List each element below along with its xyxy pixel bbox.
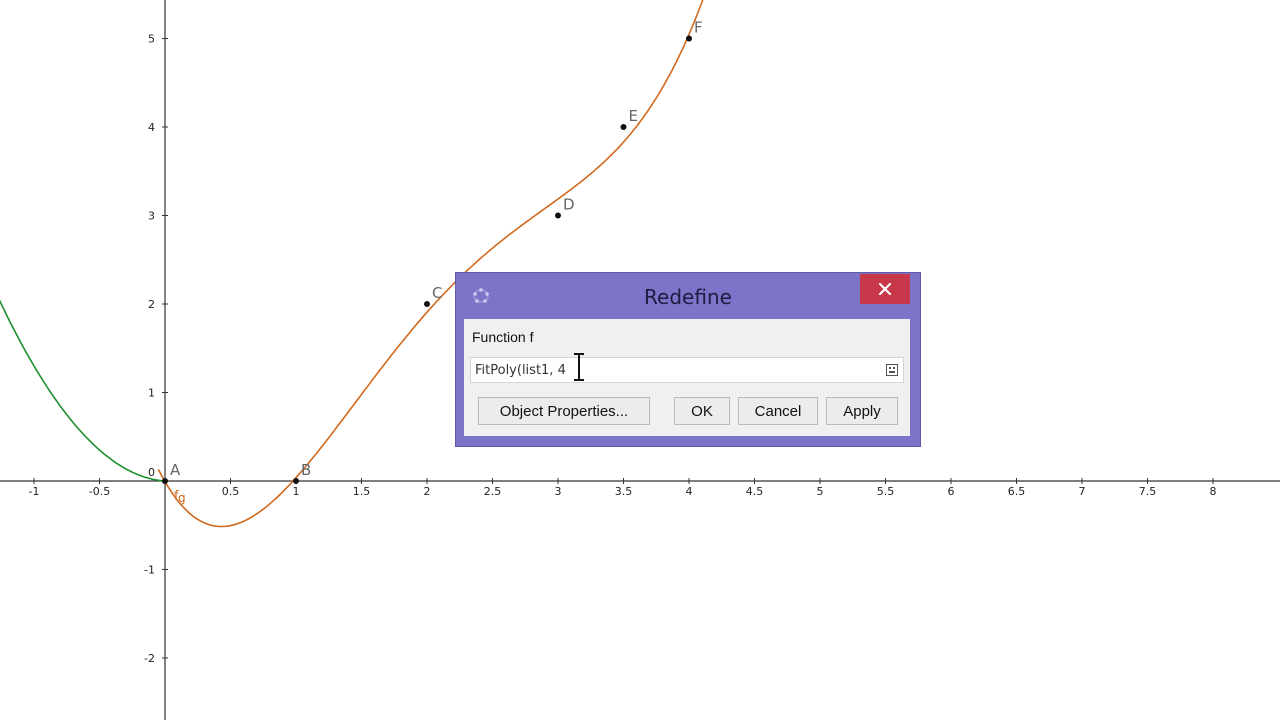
ok-button[interactable]: OK xyxy=(674,397,730,425)
y-tick-label: 5 xyxy=(148,33,155,46)
close-icon xyxy=(878,282,892,296)
definition-input[interactable] xyxy=(471,358,875,382)
x-tick-label: 5 xyxy=(817,485,824,498)
point-c[interactable] xyxy=(424,301,430,307)
keyboard-icon xyxy=(886,364,898,376)
y-tick-label: 0 xyxy=(148,466,155,479)
y-tick-label: 4 xyxy=(148,121,155,134)
x-tick-label: 7 xyxy=(1079,485,1086,498)
x-tick-label: 0.5 xyxy=(222,485,240,498)
y-tick-label: 3 xyxy=(148,210,155,223)
curve-label-g: g xyxy=(178,491,186,505)
x-tick-label: 7.5 xyxy=(1139,485,1157,498)
point-label-f: F xyxy=(694,19,703,37)
x-tick-label: 4 xyxy=(686,485,693,498)
dialog-title-bar[interactable]: Redefine xyxy=(456,273,920,319)
close-button[interactable] xyxy=(860,274,910,304)
x-tick-label: -1 xyxy=(29,485,40,498)
x-tick-label: 2 xyxy=(424,485,431,498)
y-tick-label: -1 xyxy=(144,564,155,577)
point-label-c: C xyxy=(432,284,442,302)
cancel-button[interactable]: Cancel xyxy=(738,397,818,425)
x-tick-label: 5.5 xyxy=(877,485,895,498)
point-d[interactable] xyxy=(555,212,561,219)
x-tick-label: 3.5 xyxy=(615,485,633,498)
x-tick-label: 8 xyxy=(1210,485,1217,498)
function-f-curve[interactable] xyxy=(157,0,708,528)
point-label-e: E xyxy=(629,107,638,125)
input-help-button[interactable] xyxy=(885,363,899,377)
y-tick-label: 2 xyxy=(148,298,155,311)
y-tick-label: 1 xyxy=(148,387,155,400)
point-label-d: D xyxy=(563,196,575,214)
x-tick-label: 3 xyxy=(555,485,562,498)
x-tick-label: -0.5 xyxy=(89,485,110,498)
definition-input-box[interactable] xyxy=(470,357,904,383)
point-a[interactable] xyxy=(162,478,168,484)
point-f[interactable] xyxy=(686,35,692,42)
redefine-dialog: Redefine Function f Object Properties...… xyxy=(455,272,921,447)
apply-button[interactable]: Apply xyxy=(826,397,898,425)
x-tick-label: 4.5 xyxy=(746,485,764,498)
function-g-curve[interactable] xyxy=(0,290,166,482)
x-tick-label: 6.5 xyxy=(1008,485,1026,498)
function-label: Function f xyxy=(472,329,534,345)
x-tick-label: 1.5 xyxy=(353,485,371,498)
x-tick-label: 2.5 xyxy=(484,485,502,498)
point-label-a: A xyxy=(170,461,181,479)
point-label-b: B xyxy=(301,461,311,479)
x-tick-label: 6 xyxy=(948,485,955,498)
object-properties-button[interactable]: Object Properties... xyxy=(478,397,650,425)
point-b[interactable] xyxy=(293,478,299,484)
x-tick-label: 1 xyxy=(293,485,300,498)
y-tick-label: -2 xyxy=(144,652,155,665)
dialog-content: Function f Object Properties... OK Cance… xyxy=(464,319,910,436)
dialog-title: Redefine xyxy=(644,285,732,309)
point-e[interactable] xyxy=(620,124,627,130)
